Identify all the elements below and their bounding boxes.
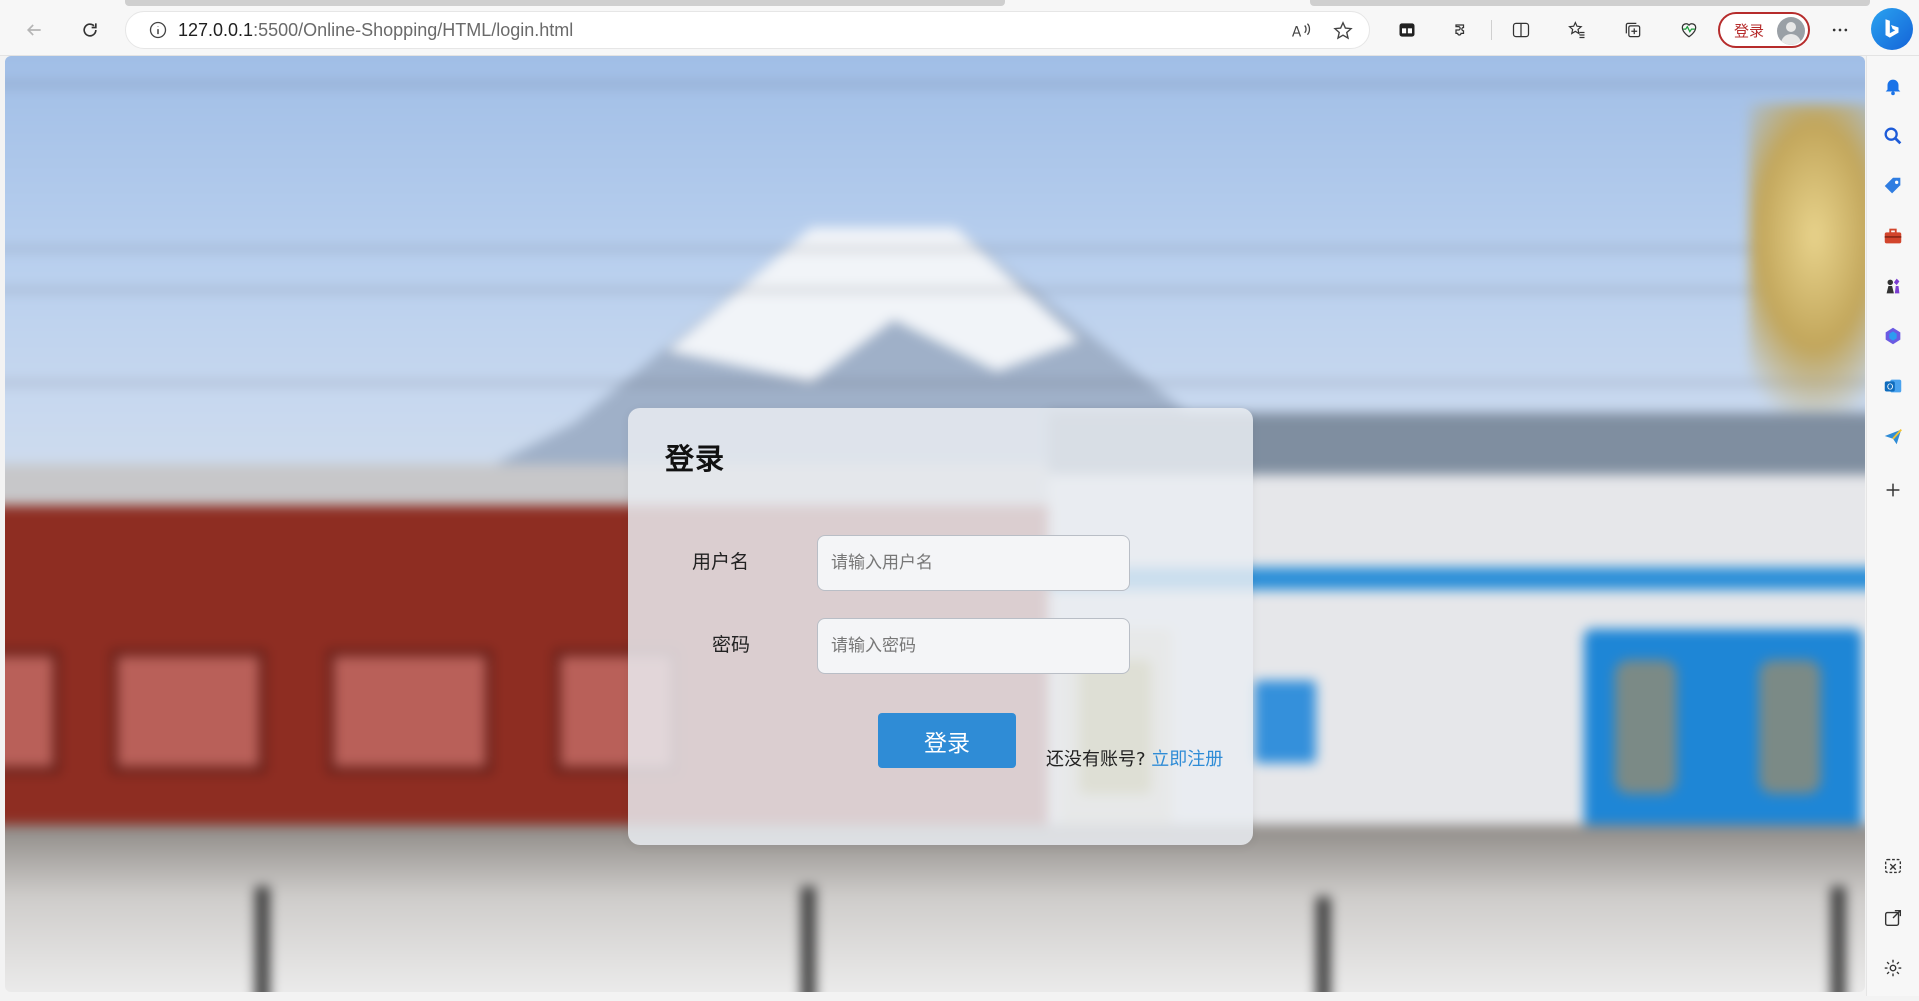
split-screen-icon: [1512, 22, 1530, 38]
svg-text:A: A: [1292, 25, 1302, 41]
settings-icon: [1884, 959, 1902, 977]
train-window: [327, 649, 493, 774]
send-icon: [1884, 428, 1902, 445]
bing-icon: [1885, 19, 1899, 38]
site-info-button[interactable]: [138, 11, 178, 49]
background-wire: [5, 289, 1865, 292]
sidebar-item-search[interactable]: [1877, 120, 1909, 152]
back-button[interactable]: [16, 12, 52, 48]
open-external-icon: [1884, 909, 1902, 927]
toolbox-icon: [1884, 228, 1902, 244]
login-card: 登录 用户名 密码 登录 还没有账号? 立即注册: [628, 408, 1253, 845]
address-bar[interactable]: 127.0.0.1:5500/Online-Shopping/HTML/logi…: [125, 11, 1370, 49]
sidebar-item-outlook[interactable]: O: [1877, 370, 1909, 402]
login-title: 登录: [665, 442, 726, 476]
profile-button[interactable]: 登录: [1718, 12, 1810, 48]
register-link[interactable]: 立即注册: [1151, 749, 1223, 770]
arrow-left-icon: [26, 24, 41, 36]
background-tree: [1748, 103, 1865, 434]
star-icon: [1333, 21, 1353, 40]
background-wire: [5, 381, 1865, 384]
toolbar-separator: [1491, 20, 1492, 40]
tab-strip-hint: [1310, 0, 1870, 6]
background-pole: [255, 886, 270, 992]
train-window: [5, 649, 60, 774]
extensions-button[interactable]: [1443, 12, 1479, 48]
edge-sidebar: O: [1866, 56, 1919, 996]
sidebar-item-games[interactable]: [1877, 270, 1909, 302]
sidebar-screenshot-button[interactable]: [1877, 850, 1909, 882]
background-pole: [801, 886, 816, 992]
heart-pulse-icon: [1681, 23, 1697, 38]
split-screen-button[interactable]: [1503, 12, 1539, 48]
tab-strip-hint: [125, 0, 1005, 6]
address-bar-actions: A: [1283, 12, 1361, 50]
username-input[interactable]: [817, 535, 1130, 591]
more-icon: [1832, 28, 1848, 32]
no-account-text: 还没有账号?: [1046, 749, 1146, 770]
puzzle-icon: [1455, 24, 1465, 36]
read-aloud-button[interactable]: A: [1283, 13, 1319, 49]
browser-toolbar: 127.0.0.1:5500/Online-Shopping/HTML/logi…: [0, 0, 1919, 56]
refresh-button[interactable]: [72, 12, 108, 48]
background-wire: [5, 247, 1865, 251]
screenshot-icon: [1884, 858, 1902, 874]
login-button[interactable]: 登录: [878, 713, 1016, 768]
train-window: [111, 649, 266, 774]
sidebar-item-shopping[interactable]: [1877, 170, 1909, 202]
sidebar-item-tools[interactable]: [1877, 220, 1909, 252]
username-label: 用户名: [692, 551, 750, 573]
sidebar-item-send[interactable]: [1877, 420, 1909, 452]
door-window: [1614, 659, 1677, 794]
train-sign: [1254, 680, 1317, 763]
collections-icon: [1625, 22, 1641, 38]
collections-button[interactable]: [1615, 12, 1651, 48]
page-viewport: 登录 用户名 密码 登录 还没有账号? 立即注册: [5, 56, 1865, 992]
m365-icon: [1885, 327, 1901, 345]
favorites-icon: [1568, 21, 1585, 39]
sidebar-add-button[interactable]: [1877, 474, 1909, 506]
url-text: 127.0.0.1:5500/Online-Shopping/HTML/logi…: [178, 20, 573, 41]
add-icon: [1886, 483, 1900, 497]
password-label: 密码: [712, 634, 751, 656]
background-pole: [1831, 886, 1846, 992]
info-icon: [149, 21, 167, 39]
url-path: :5500/Online-Shopping/HTML/login.html: [253, 19, 574, 40]
sidebar-open-external-button[interactable]: [1877, 902, 1909, 934]
sidebar-item-notifications[interactable]: [1877, 70, 1909, 102]
chess-icon: [1886, 278, 1900, 294]
register-prompt: 还没有账号? 立即注册: [1046, 745, 1223, 771]
bell-icon: [1885, 79, 1901, 96]
search-icon: [1884, 127, 1902, 145]
workspaces-button[interactable]: [1389, 12, 1425, 48]
door-window: [1759, 659, 1821, 794]
background-wire: [5, 83, 1865, 86]
read-aloud-icon: A: [1292, 23, 1311, 41]
copilot-button[interactable]: [1871, 8, 1913, 50]
favorites-button[interactable]: [1559, 12, 1595, 48]
workspaces-icon: [1399, 23, 1415, 37]
shopping-tag-icon: [1884, 177, 1901, 194]
favorite-button[interactable]: [1325, 13, 1361, 49]
profile-label: 登录: [1734, 21, 1765, 40]
sidebar-item-microsoft365[interactable]: [1877, 320, 1909, 352]
performance-button[interactable]: [1671, 12, 1707, 48]
background-platform: [5, 824, 1865, 992]
password-input[interactable]: [817, 618, 1130, 674]
refresh-icon: [83, 23, 97, 37]
sidebar-settings-button[interactable]: [1877, 952, 1909, 984]
svg-text:O: O: [1887, 382, 1894, 392]
avatar: [1777, 17, 1805, 45]
more-button[interactable]: [1822, 12, 1858, 48]
url-host: 127.0.0.1: [178, 19, 254, 40]
outlook-icon: O: [1884, 379, 1902, 393]
background-pole: [1316, 896, 1331, 992]
